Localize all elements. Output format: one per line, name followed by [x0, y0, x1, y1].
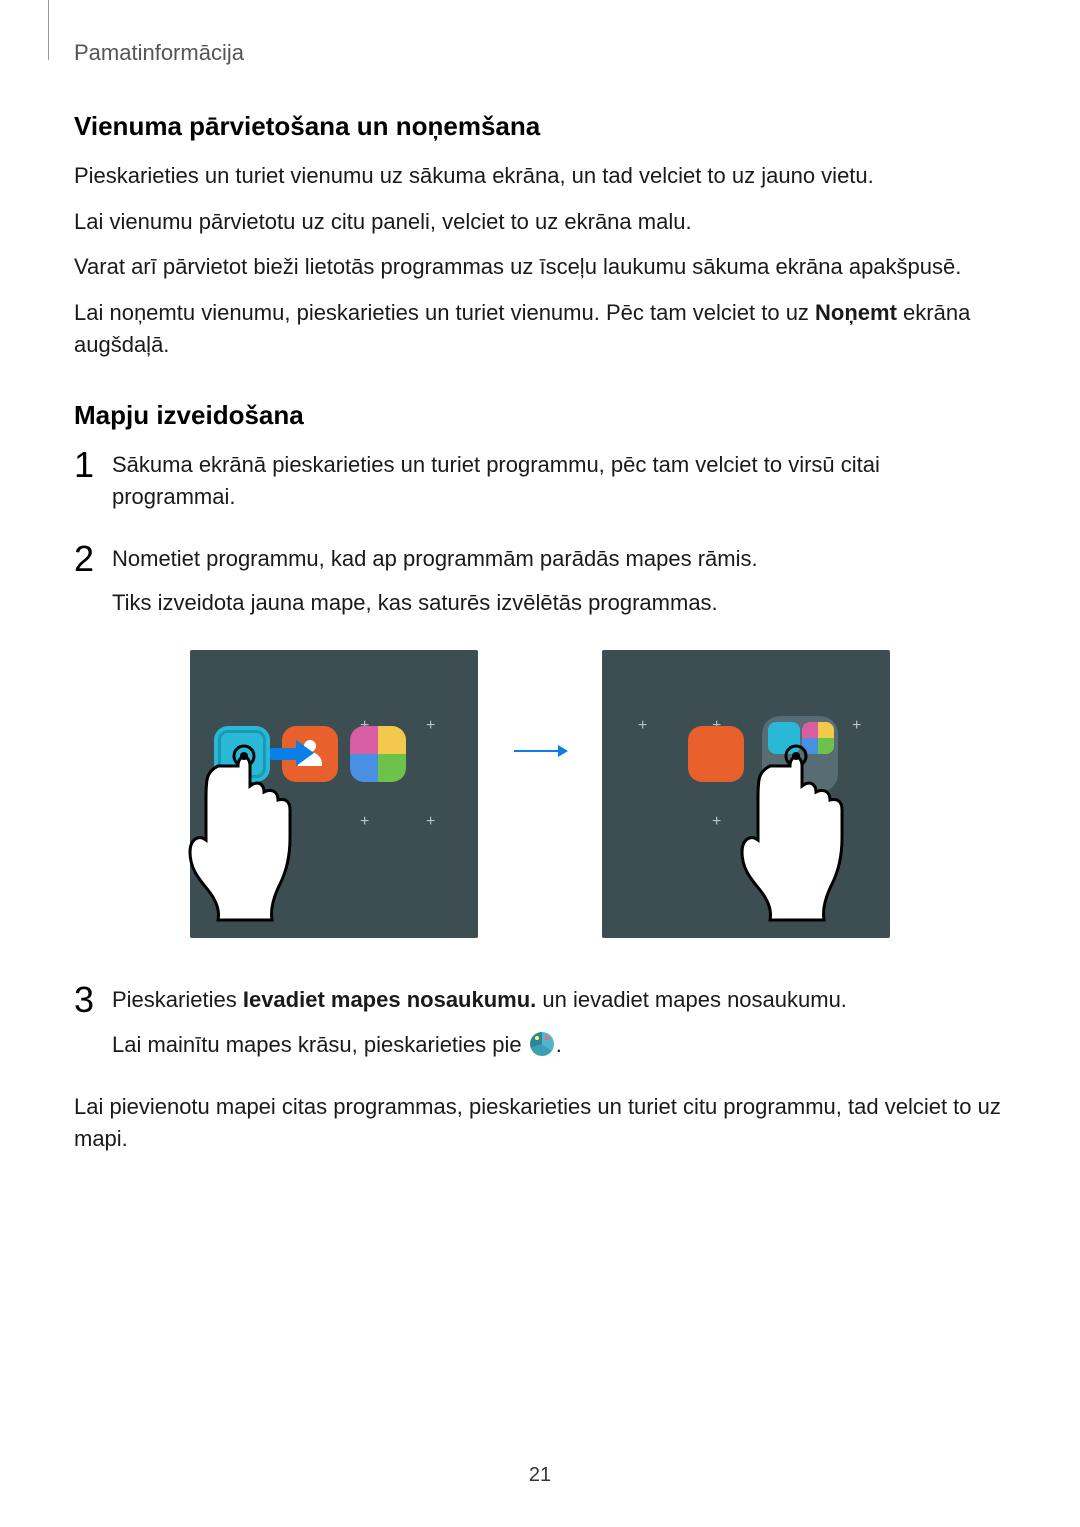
hand-pointer-icon: [218, 734, 338, 914]
para: Pieskarieties un turiet vienumu uz sākum…: [74, 160, 1006, 192]
bold-enter-name: Ievadiet mapes nosaukumu.: [243, 987, 536, 1012]
step-1: 1 Sākuma ekrānā pieskarieties un turiet …: [74, 449, 1006, 525]
text: un ievadiet mapes nosaukumu.: [536, 987, 847, 1012]
step-list-cont: 3 Pieskarieties Ievadiet mapes nosaukumu…: [74, 984, 1006, 1073]
placeholder-plus-icon: +: [426, 810, 435, 833]
step-text: Tiks izveidota jauna mape, kas saturēs i…: [112, 587, 1006, 619]
placeholder-plus-icon: +: [360, 810, 369, 833]
para: Lai noņemtu vienumu, pieskarieties un tu…: [74, 297, 1006, 361]
text: .: [556, 1032, 562, 1057]
step-number: 1: [74, 447, 104, 483]
app-icon-gallery: [350, 726, 406, 782]
hand-pointer-icon: [770, 734, 890, 914]
placeholder-plus-icon: +: [638, 714, 647, 737]
step-text: Sākuma ekrānā pieskarieties un turiet pr…: [112, 449, 1006, 513]
closing-para: Lai pievienotu mapei citas programmas, p…: [74, 1091, 1006, 1155]
palette-icon: [530, 1032, 554, 1056]
app-icon-contacts: [688, 726, 744, 782]
heading-create-folders: Mapju izveidošana: [74, 397, 1006, 435]
para: Varat arī pārvietot bieži lietotās progr…: [74, 251, 1006, 283]
transition-arrow-icon: [512, 738, 568, 770]
step-number: 2: [74, 541, 104, 577]
figure-screen-before: + + + +: [190, 650, 478, 938]
figure-row: + + + + + + + + +: [74, 650, 1006, 938]
page-content: Vienuma pārvietošana un noņemšana Pieska…: [74, 108, 1006, 1169]
placeholder-plus-icon: +: [712, 810, 721, 833]
figure-screen-after: + + + + +: [602, 650, 890, 938]
page-number: 21: [0, 1464, 1080, 1487]
step-text: Nometiet programmu, kad ap programmām pa…: [112, 543, 1006, 575]
step-list: 1 Sākuma ekrānā pieskarieties un turiet …: [74, 449, 1006, 631]
para: Lai vienumu pārvietotu uz citu paneli, v…: [74, 206, 1006, 238]
step-2: 2 Nometiet programmu, kad ap programmām …: [74, 543, 1006, 631]
header-divider: [48, 0, 49, 60]
heading-move-remove: Vienuma pārvietošana un noņemšana: [74, 108, 1006, 146]
section-header: Pamatinformācija: [74, 40, 244, 66]
text: Pieskarieties: [112, 987, 243, 1012]
bold-remove: Noņemt: [815, 300, 897, 325]
step-number: 3: [74, 982, 104, 1018]
step-3: 3 Pieskarieties Ievadiet mapes nosaukumu…: [74, 984, 1006, 1073]
text: Lai mainītu mapes krāsu, pieskarieties p…: [112, 1032, 528, 1057]
placeholder-plus-icon: +: [426, 714, 435, 737]
text: Lai noņemtu vienumu, pieskarieties un tu…: [74, 300, 815, 325]
step-text: Pieskarieties Ievadiet mapes nosaukumu. …: [112, 984, 1006, 1016]
step-text: Lai mainītu mapes krāsu, pieskarieties p…: [112, 1028, 1006, 1061]
